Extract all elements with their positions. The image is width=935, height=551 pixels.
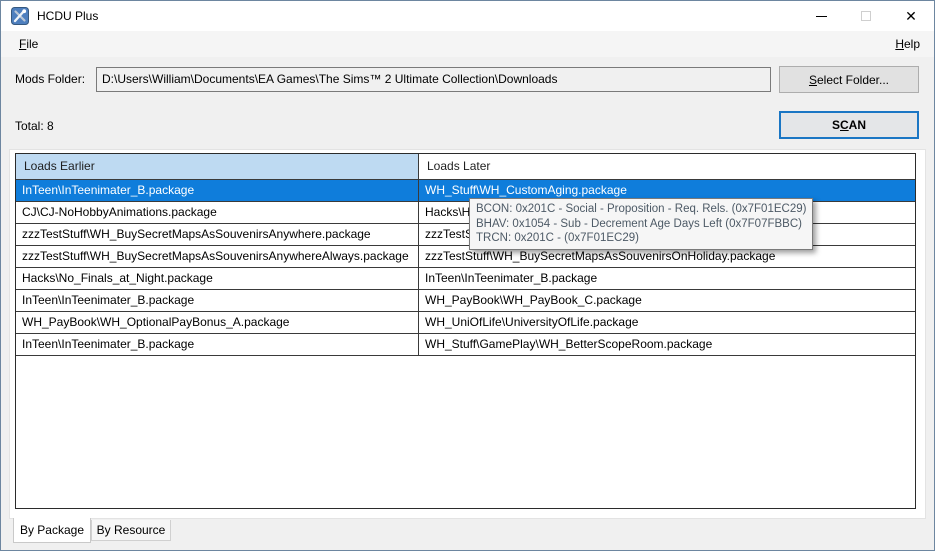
app-icon (11, 7, 29, 25)
tab-by-package[interactable]: By Package (13, 518, 91, 543)
table-row[interactable]: InTeen\InTeenimater_B.package WH_PayBook… (16, 290, 915, 312)
window-title: HCDU Plus (37, 9, 99, 23)
menu-item-file[interactable]: File (11, 31, 46, 57)
column-header-loads-earlier[interactable]: Loads Earlier (16, 154, 419, 179)
tooltip-line: TRCN: 0x201C - (0x7F01EC29) (476, 232, 639, 244)
select-folder-button[interactable]: Select Folder... (779, 66, 919, 93)
mods-folder-label: Mods Folder: (15, 72, 86, 86)
minimize-icon (815, 15, 827, 17)
tooltip-line: BHAV: 0x1054 - Sub - Decrement Age Days … (476, 217, 802, 230)
close-button[interactable]: ✕ (888, 1, 934, 31)
mods-folder-input[interactable]: D:\Users\William\Documents\EA Games\The … (96, 67, 771, 92)
app-window: HCDU Plus ✕ File Help Mods Folder: D:\Us… (0, 0, 935, 551)
maximize-icon (861, 11, 871, 21)
conflict-tooltip: BCON: 0x201C - Social - Proposition - Re… (469, 198, 814, 250)
table-row[interactable]: Hacks\No_Finals_at_Night.package InTeen\… (16, 268, 915, 290)
minimize-button[interactable] (798, 1, 844, 31)
table-row[interactable]: InTeen\InTeenimater_B.package WH_Stuff\G… (16, 334, 915, 356)
menu-bar: File Help (1, 31, 934, 57)
table-header-row: Loads Earlier Loads Later (16, 154, 915, 180)
tooltip-line: BCON: 0x201C - Social - Proposition - Re… (476, 203, 807, 215)
tab-by-resource[interactable]: By Resource (91, 520, 171, 541)
scan-button[interactable]: SCAN (779, 111, 919, 139)
column-header-loads-later[interactable]: Loads Later (419, 154, 915, 179)
title-bar: HCDU Plus ✕ (1, 1, 934, 31)
total-label: Total: 8 (15, 119, 54, 133)
close-icon: ✕ (905, 7, 917, 24)
table-row[interactable]: WH_PayBook\WH_OptionalPayBonus_A.package… (16, 312, 915, 334)
maximize-button (843, 1, 889, 31)
menu-item-help[interactable]: Help (887, 31, 928, 57)
